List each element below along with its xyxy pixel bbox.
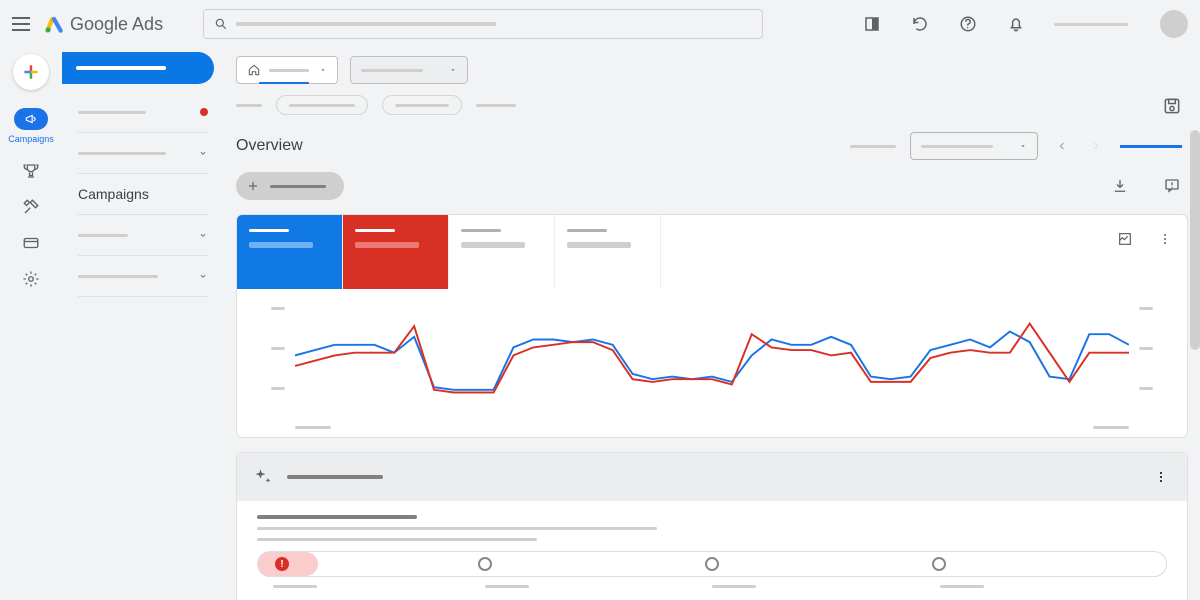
rail-goals[interactable]: [7, 162, 55, 180]
chevron-down-icon: [198, 230, 208, 240]
plus-icon: [246, 179, 260, 193]
caret-down-icon: [319, 66, 327, 74]
performance-chart-card: [236, 214, 1188, 438]
rail-campaigns[interactable]: Campaigns: [7, 108, 55, 144]
filter-chip[interactable]: [382, 95, 462, 115]
sidebar-item[interactable]: [78, 139, 208, 167]
setup-progress: !: [257, 551, 1167, 577]
scrollbar[interactable]: [1190, 48, 1200, 600]
metric-tab[interactable]: [449, 215, 555, 289]
more-menu-icon[interactable]: [1155, 229, 1175, 249]
help-icon[interactable]: [958, 14, 978, 34]
refresh-icon[interactable]: [910, 14, 930, 34]
user-avatar[interactable]: [1160, 10, 1188, 38]
rail-tools[interactable]: [7, 198, 55, 216]
rail-admin[interactable]: [7, 270, 55, 288]
home-icon: [247, 63, 261, 77]
feedback-icon[interactable]: [1162, 176, 1182, 196]
plus-multicolor-icon: [21, 62, 41, 82]
prev-period-button[interactable]: [1052, 132, 1072, 160]
search-input[interactable]: [203, 9, 763, 39]
metric-tab[interactable]: [237, 215, 343, 289]
chevron-down-icon: [198, 148, 208, 158]
create-button[interactable]: [13, 54, 49, 90]
product-logo: Google Ads: [44, 14, 163, 35]
caret-down-icon: [1019, 142, 1027, 150]
progress-step[interactable]: [932, 557, 946, 571]
more-menu-icon[interactable]: [1151, 467, 1171, 487]
progress-step[interactable]: [478, 557, 492, 571]
breadcrumb: [220, 92, 1200, 118]
search-icon: [214, 17, 228, 31]
sidebar-item[interactable]: [78, 262, 208, 290]
alert-dot-icon: [200, 108, 208, 116]
chevron-left-icon: [1056, 140, 1068, 152]
sidebar-item[interactable]: [78, 221, 208, 249]
megaphone-icon: [24, 112, 38, 126]
tools-icon: [22, 198, 40, 216]
chevron-right-icon: [1090, 140, 1102, 152]
insights-card: !: [236, 452, 1188, 600]
sparkle-icon: [253, 467, 273, 487]
hamburger-menu-icon[interactable]: [12, 17, 30, 31]
filter-chip[interactable]: [276, 95, 368, 115]
gear-icon: [22, 270, 40, 288]
add-metric-button[interactable]: [236, 172, 344, 200]
trophy-icon: [22, 162, 40, 180]
metric-tab[interactable]: [555, 215, 661, 289]
notifications-icon[interactable]: [1006, 14, 1026, 34]
appearance-icon[interactable]: [862, 14, 882, 34]
filter-dropdown[interactable]: [350, 56, 468, 84]
caret-down-icon: [449, 66, 457, 74]
product-name: Google Ads: [70, 14, 163, 35]
rail-billing[interactable]: [7, 234, 55, 252]
next-period-button[interactable]: [1086, 132, 1106, 160]
sidebar-campaigns-heading: Campaigns: [78, 180, 208, 208]
progress-step[interactable]: [705, 557, 719, 571]
sidebar-item[interactable]: [78, 98, 208, 126]
expand-chart-icon[interactable]: [1115, 229, 1135, 249]
download-icon[interactable]: [1110, 176, 1130, 196]
save-icon[interactable]: [1162, 96, 1182, 116]
progress-step-current[interactable]: !: [275, 557, 289, 571]
scope-dropdown[interactable]: [236, 56, 338, 84]
date-range-dropdown[interactable]: [910, 132, 1038, 160]
page-title: Overview: [236, 137, 303, 155]
card-icon: [22, 234, 40, 252]
chevron-down-icon: [198, 271, 208, 281]
google-ads-logo-icon: [44, 14, 64, 34]
metric-tab[interactable]: [343, 215, 449, 289]
account-selector[interactable]: [62, 52, 214, 84]
line-chart: [271, 299, 1153, 429]
